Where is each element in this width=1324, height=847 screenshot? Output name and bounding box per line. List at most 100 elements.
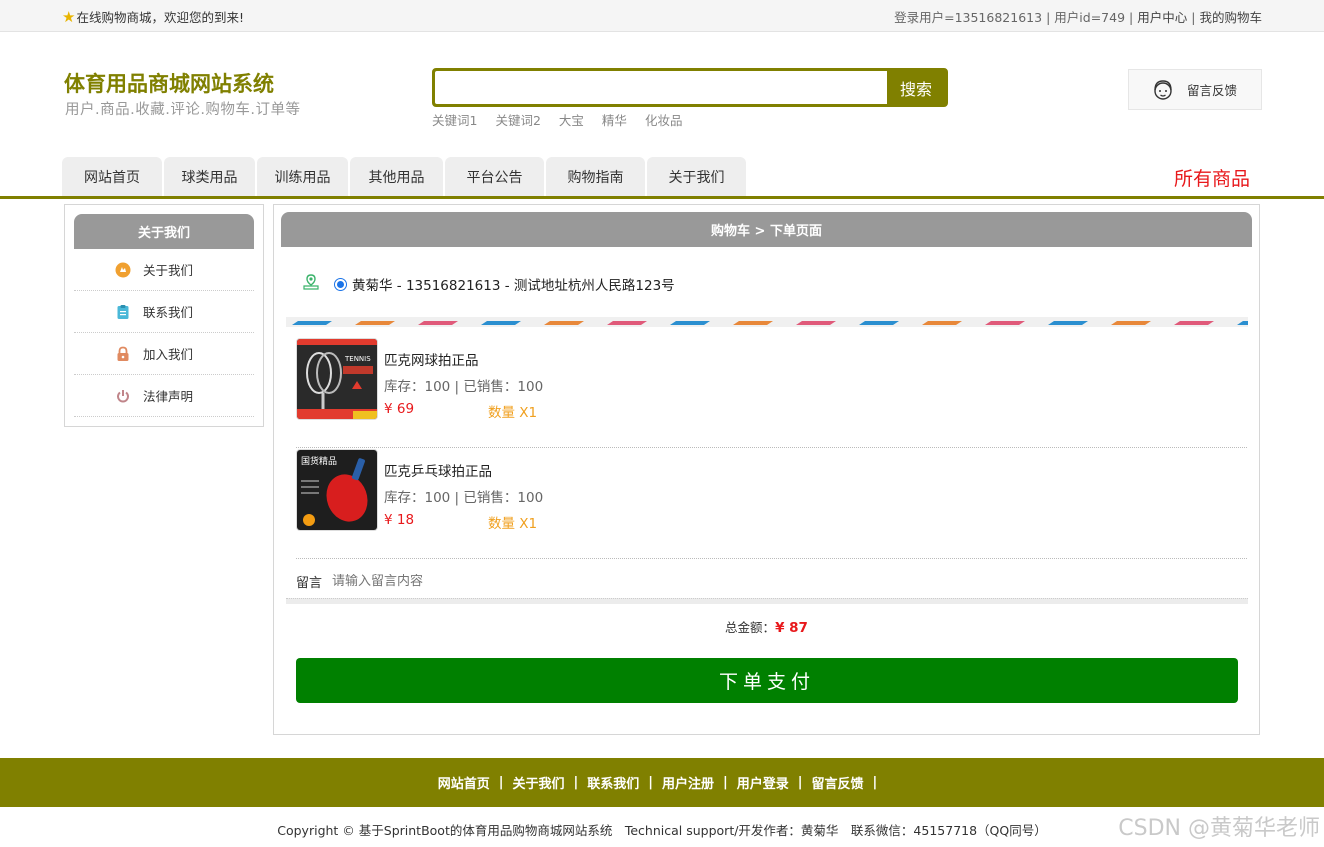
address-text: 黄菊华 - 13516821613 - 测试地址杭州人民路123号 — [352, 278, 675, 294]
main-nav: 网站首页 球类用品 训练用品 其他用品 平台公告 购物指南 关于我们 — [62, 157, 746, 197]
envelope-stripe — [1237, 321, 1248, 325]
envelope-stripe — [544, 321, 584, 325]
hot-keyword[interactable]: 精华 — [602, 110, 627, 129]
place-order-button[interactable]: 下单支付 — [296, 658, 1238, 703]
total-label: 总金额： — [725, 620, 776, 635]
user-links: 登录用户=13516821613 | 用户id=749 | 用户中心 | 我的购物车 — [894, 10, 1262, 25]
nav-tab-notice[interactable]: 平台公告 — [445, 157, 544, 197]
envelope-stripe — [418, 321, 458, 325]
envelope-stripe — [985, 321, 1025, 325]
customer-service-icon — [1154, 79, 1172, 100]
envelope-stripe — [670, 321, 710, 325]
nav-tab-training[interactable]: 训练用品 — [257, 157, 348, 197]
hot-keyword[interactable]: 关键词2 — [495, 110, 540, 129]
sidebar-item-label: 联系我们 — [143, 305, 194, 320]
sidebar-item-label: 法律声明 — [143, 389, 194, 404]
welcome-message: ★ 在线购物商城，欢迎您的到来! — [62, 7, 244, 26]
sidebar-item-label: 关于我们 — [143, 263, 194, 278]
item-name[interactable]: 匹克网球拍正品 — [384, 349, 479, 369]
total-value: ¥ 87 — [775, 620, 808, 636]
nav-tab-home[interactable]: 网站首页 — [62, 157, 162, 197]
location-pin-icon — [302, 273, 320, 295]
hot-keyword[interactable]: 大宝 — [559, 110, 584, 129]
cart-item: 国货精品 匹克乒乓球拍正品 库存：100 | 已销售：100 ¥ 18 数量 X… — [296, 449, 1247, 559]
search-input[interactable] — [435, 71, 887, 104]
envelope-stripe — [922, 321, 962, 325]
power-icon — [115, 388, 131, 404]
item-quantity: 数量 X1 — [488, 516, 538, 532]
lock-icon — [115, 346, 131, 362]
sidebar-title: 关于我们 — [74, 214, 254, 249]
envelope-stripe — [1174, 321, 1214, 325]
pingpong-paddle-image[interactable]: 国货精品 — [296, 449, 378, 531]
footer-link-login[interactable]: 用户登录 — [737, 773, 789, 792]
all-goods-link[interactable]: 所有商品 — [1174, 164, 1250, 191]
user-center-link[interactable]: 用户中心 — [1137, 10, 1187, 25]
search-bar: 搜索 — [432, 68, 948, 107]
item-quantity: 数量 X1 — [488, 405, 538, 421]
address-row[interactable]: 黄菊华 - 13516821613 - 测试地址杭州人民路123号 — [302, 273, 675, 295]
envelope-stripe — [355, 321, 395, 325]
svg-text:国货精品: 国货精品 — [301, 455, 337, 467]
address-radio[interactable] — [334, 277, 347, 291]
sidebar-item-about[interactable]: 关于我们 — [74, 249, 254, 291]
feedback-button[interactable]: 留言反馈 — [1128, 69, 1262, 110]
envelope-stripe — [733, 321, 773, 325]
nav-tab-about[interactable]: 关于我们 — [647, 157, 746, 197]
envelope-stripe — [1111, 321, 1151, 325]
message-row: 留言 — [296, 563, 1247, 599]
search-button[interactable]: 搜索 — [887, 71, 945, 104]
message-label: 留言 — [296, 575, 323, 591]
svg-text:TENNIS: TENNIS — [344, 355, 371, 363]
item-stock: 库存：100 | 已销售：100 — [384, 490, 544, 506]
envelope-stripe — [607, 321, 647, 325]
order-panel: 购物车 > 下单页面 黄菊华 - 13516821613 - 测试地址杭州人民路… — [273, 204, 1260, 735]
welcome-text: 在线购物商城，欢迎您的到来! — [76, 10, 244, 25]
item-price: ¥ 69 — [384, 401, 415, 417]
site-title[interactable]: 体育用品商城网站系统 — [64, 68, 274, 98]
envelope-stripe — [796, 321, 836, 325]
hot-keyword[interactable]: 化妆品 — [645, 110, 683, 129]
message-divider — [286, 598, 1248, 604]
sidebar: 关于我们 关于我们 联系我们 加入我们 法律声明 — [64, 204, 264, 427]
footer-nav: 网站首页 | 关于我们 | 联系我们 | 用户注册 | 用户登录 | 留言反馈 | — [0, 758, 1324, 807]
envelope-stripe — [481, 321, 521, 325]
envelope-stripes — [292, 321, 1248, 325]
footer-link-feedback[interactable]: 留言反馈 — [812, 773, 864, 792]
user-id-text: 用户id=749 — [1054, 10, 1126, 25]
sidebar-item-contact[interactable]: 联系我们 — [74, 291, 254, 333]
envelope-divider — [286, 317, 1248, 327]
tennis-racket-image[interactable]: TENNIS — [296, 338, 378, 420]
login-user-text: 登录用户=13516821613 — [894, 10, 1043, 25]
message-input[interactable] — [332, 573, 833, 589]
sidebar-item-legal[interactable]: 法律声明 — [74, 375, 254, 417]
footer-link-about[interactable]: 关于我们 — [512, 773, 564, 792]
hand-icon — [115, 262, 131, 278]
footer-link-register[interactable]: 用户注册 — [662, 773, 714, 792]
item-name[interactable]: 匹克乒乓球拍正品 — [384, 460, 492, 480]
my-cart-link[interactable]: 我的购物车 — [1199, 10, 1262, 25]
footer-link-home[interactable]: 网站首页 — [438, 773, 490, 792]
sidebar-item-join[interactable]: 加入我们 — [74, 333, 254, 375]
envelope-stripe — [292, 321, 332, 325]
hot-keywords: 关键词1 关键词2 大宝 精华 化妆品 — [432, 110, 682, 129]
footer-link-contact[interactable]: 联系我们 — [587, 773, 639, 792]
envelope-stripe — [1048, 321, 1088, 325]
cart-item: TENNIS 匹克网球拍正品 库存：100 | 已销售：100 ¥ 69 数量 … — [296, 338, 1247, 448]
nav-divider — [0, 196, 1324, 199]
order-total: 总金额：¥ 87 — [274, 617, 1259, 636]
sidebar-item-label: 加入我们 — [143, 347, 194, 362]
top-bar: ★ 在线购物商城，欢迎您的到来! 登录用户=13516821613 | 用户id=7… — [0, 0, 1324, 32]
star-icon: ★ — [62, 7, 76, 26]
nav-tab-guide[interactable]: 购物指南 — [546, 157, 645, 197]
breadcrumb: 购物车 > 下单页面 — [281, 212, 1252, 247]
hot-keyword[interactable]: 关键词1 — [432, 110, 477, 129]
item-price: ¥ 18 — [384, 512, 415, 528]
envelope-stripe — [859, 321, 899, 325]
item-stock: 库存：100 | 已销售：100 — [384, 379, 544, 395]
watermark: CSDN @黄菊华老师 — [1118, 816, 1320, 841]
feedback-label: 留言反馈 — [1187, 83, 1238, 98]
site-subtitle: 用户.商品.收藏.评论.购物车.订单等 — [65, 102, 301, 118]
nav-tab-ball[interactable]: 球类用品 — [164, 157, 255, 197]
nav-tab-other[interactable]: 其他用品 — [350, 157, 443, 197]
